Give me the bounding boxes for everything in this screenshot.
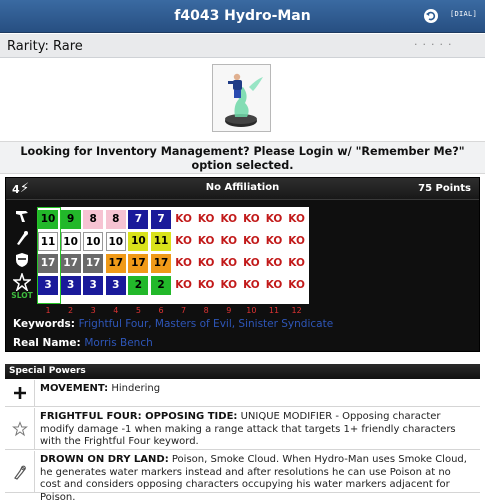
inventory-notice: Looking for Inventory Management? Please… (0, 141, 485, 174)
dial-cell: KO (196, 232, 217, 251)
dial-cell: KO (241, 254, 262, 273)
dial-cell: 2 (128, 276, 149, 295)
special-powers-header: Special Powers (5, 364, 480, 379)
dial-cell: KO (241, 276, 262, 295)
stat-icons-column (8, 205, 36, 293)
points-value: 75 Points (418, 183, 471, 194)
dial-cell: 3 (83, 276, 104, 295)
dial-cell: KO (241, 232, 262, 251)
combat-dial-panel: 4 ⚡ No Affiliation 75 Points SLOT 10 9 8 8 7… (5, 177, 480, 352)
figure-image[interactable] (212, 64, 271, 132)
realname-link[interactable]: Morris Bench (84, 337, 152, 349)
dial-cell: 10 (38, 210, 58, 229)
dial-cell: 3 (38, 276, 58, 295)
dial-cell: KO (241, 210, 262, 229)
dial-cell: KO (286, 276, 307, 295)
dial-cell: KO (196, 210, 217, 229)
dial-cell: KO (218, 276, 239, 295)
dial-cell: KO (218, 210, 239, 229)
dial-cell: 3 (60, 276, 81, 295)
dial-cell: 8 (83, 210, 104, 229)
dial-cell: KO (286, 232, 307, 251)
slot-number[interactable]: 11 (263, 306, 285, 315)
dial-cell: KO (264, 210, 284, 229)
dial-cell: 17 (105, 254, 126, 273)
dial-cell: 8 (105, 210, 126, 229)
character-card: f4043 Hydro-Man [DIAL] Rarity: Rare ····… (0, 0, 485, 503)
dial-cell: KO (264, 232, 284, 251)
dial-cell: KO (196, 276, 217, 295)
title-bar: f4043 Hydro-Man [DIAL] (0, 0, 485, 33)
slot-numbers: 1 2 3 4 5 6 7 8 9 10 11 12 (37, 306, 309, 318)
slot-number[interactable]: 12 (286, 306, 308, 315)
dial-cell: KO (173, 254, 194, 273)
dial-cell: KO (196, 254, 217, 273)
keywords-links[interactable]: Frightful Four, Masters of Evil, Siniste… (79, 318, 334, 330)
dial-cell: 10 (105, 232, 126, 251)
speed-icon (8, 205, 36, 227)
dial-cell: 17 (83, 254, 104, 273)
slot-number[interactable]: 9 (218, 306, 240, 315)
realname-label: Real Name: (13, 337, 81, 349)
rarity-row: Rarity: Rare ····· (0, 34, 485, 58)
affiliation-label: No Affiliation (205, 182, 280, 193)
dial-button[interactable]: [DIAL] (450, 10, 477, 18)
page-title: f4043 Hydro-Man (174, 8, 311, 24)
dial-cell: 11 (38, 232, 58, 251)
dial-cell: KO (264, 254, 284, 273)
star-icon (5, 408, 35, 449)
power-row-drown: DROWN ON DRY LAND: Poison, Smoke Cloud. … (5, 451, 480, 503)
slot-number[interactable]: 10 (240, 306, 262, 315)
slot-number[interactable]: 2 (60, 306, 82, 315)
dial-cell: KO (264, 276, 284, 295)
dial-cell: 10 (60, 232, 81, 251)
realname-line: Real Name: Morris Bench (13, 337, 153, 349)
slot-label: SLOT (11, 291, 33, 300)
power-row-movement: MOVEMENT: Hindering (5, 380, 480, 407)
dial-header: 4 ⚡ No Affiliation 75 Points (6, 178, 479, 200)
dial-cell: 10 (128, 232, 149, 251)
slot-number[interactable]: 3 (82, 306, 104, 315)
slot-number[interactable]: 8 (195, 306, 217, 315)
fist-icon (5, 451, 35, 492)
dial-cell: 7 (151, 210, 171, 229)
dial-cell: 17 (151, 254, 171, 273)
dial-cell: KO (218, 254, 239, 273)
dial-cell: KO (286, 210, 307, 229)
dial-grid: 10 9 8 8 7 7 KO KO KO KO KO KO 11 10 10 10 10 11 KO KO KO KO K… (37, 207, 309, 304)
dial-cell: 2 (151, 276, 171, 295)
dial-cell: KO (173, 232, 194, 251)
attack-icon (8, 227, 36, 249)
slot-number[interactable]: 6 (150, 306, 172, 315)
dial-cell: 3 (105, 276, 126, 295)
defense-icon (8, 249, 36, 271)
dial-cell: 17 (38, 254, 58, 273)
slot-number[interactable]: 4 (105, 306, 127, 315)
keywords-label: Keywords: (13, 318, 75, 330)
more-dots-icon[interactable]: ····· (414, 38, 456, 51)
dial-cell: 11 (151, 232, 171, 251)
keywords-line: Keywords: Frightful Four, Masters of Evi… (13, 318, 333, 330)
dial-cell: KO (173, 210, 194, 229)
power-text: MOVEMENT: Hindering (40, 383, 161, 394)
dial-cell: KO (286, 254, 307, 273)
slot-number[interactable]: 1 (37, 306, 59, 315)
dial-cell: 9 (60, 210, 81, 229)
rarity-label: Rarity: Rare (7, 39, 83, 54)
undo-icon[interactable] (424, 9, 438, 23)
dial-cell: KO (218, 232, 239, 251)
slot-number[interactable]: 7 (173, 306, 195, 315)
dial-cell: 7 (128, 210, 149, 229)
power-row-frightful-four: FRIGHTFUL FOUR: OPPOSING TIDE: UNIQUE MO… (5, 408, 480, 450)
dial-cell: 10 (83, 232, 104, 251)
dial-cell: 17 (60, 254, 81, 273)
slot-number[interactable]: 5 (127, 306, 149, 315)
dial-cell: KO (173, 276, 194, 295)
plus-icon (5, 380, 35, 406)
power-text: FRIGHTFUL FOUR: OPPOSING TIDE: UNIQUE MO… (40, 411, 456, 447)
dial-cell: 17 (128, 254, 149, 273)
